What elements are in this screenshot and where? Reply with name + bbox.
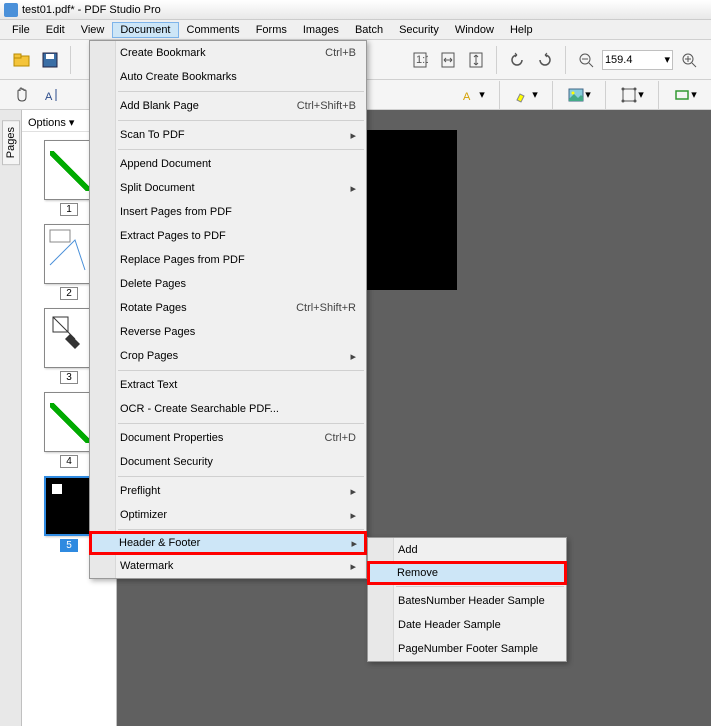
menuitem-document-security[interactable]: Document Security <box>90 450 366 474</box>
zoom-in-button[interactable] <box>677 48 701 72</box>
menu-bar: FileEditViewDocumentCommentsFormsImagesB… <box>0 20 711 40</box>
text-select-button[interactable]: A <box>40 83 64 107</box>
chevron-down-icon: ▾ <box>532 88 538 101</box>
chevron-right-icon: ▸ <box>350 485 356 498</box>
svg-text:1:1: 1:1 <box>416 54 428 66</box>
menu-window[interactable]: Window <box>447 22 502 38</box>
submenuitem-pagenumber-footer-sample[interactable]: PageNumber Footer Sample <box>368 637 566 661</box>
menuitem-crop-pages[interactable]: Crop Pages▸ <box>90 344 366 368</box>
chevron-right-icon: ▸ <box>350 182 356 195</box>
menuitem-extract-pages-to-pdf[interactable]: Extract Pages to PDF <box>90 224 366 248</box>
fit-height-button[interactable] <box>464 48 488 72</box>
zoom-out-button[interactable] <box>574 48 598 72</box>
menu-file[interactable]: File <box>4 22 38 38</box>
open-button[interactable] <box>10 48 34 72</box>
window-title: test01.pdf* - PDF Studio Pro <box>22 4 161 16</box>
menu-document[interactable]: Document <box>112 22 178 38</box>
menuitem-split-document[interactable]: Split Document▸ <box>90 176 366 200</box>
app-icon <box>4 3 18 17</box>
fit-width-button[interactable] <box>436 48 460 72</box>
menu-edit[interactable]: Edit <box>38 22 73 38</box>
menuitem-ocr-create-searchable-pdf-[interactable]: OCR - Create Searchable PDF... <box>90 397 366 421</box>
menuitem-delete-pages[interactable]: Delete Pages <box>90 272 366 296</box>
fit-page-button[interactable]: 1:1 <box>408 48 432 72</box>
menuitem-create-bookmark[interactable]: Create BookmarkCtrl+B <box>90 41 366 65</box>
chevron-down-icon: ▾ <box>664 53 670 66</box>
menuitem-extract-text[interactable]: Extract Text <box>90 373 366 397</box>
menuitem-reverse-pages[interactable]: Reverse Pages <box>90 320 366 344</box>
menuitem-append-document[interactable]: Append Document <box>90 152 366 176</box>
svg-text:A: A <box>45 91 53 103</box>
chevron-right-icon: ▸ <box>350 560 356 573</box>
submenuitem-date-header-sample[interactable]: Date Header Sample <box>368 613 566 637</box>
pages-tab[interactable]: Pages <box>2 120 20 165</box>
chevron-down-icon: ▾ <box>69 116 75 129</box>
menuitem-watermark[interactable]: Watermark▸ <box>90 554 366 578</box>
stamp-button[interactable]: ▾ <box>669 83 701 107</box>
zoom-input[interactable]: 159.4▾ <box>602 50 673 70</box>
header-footer-submenu: AddRemove BatesNumber Header SampleDate H… <box>367 537 567 662</box>
svg-text:A: A <box>463 91 471 103</box>
menu-images[interactable]: Images <box>295 22 347 38</box>
submenuitem-add[interactable]: Add <box>368 538 566 562</box>
menuitem-auto-create-bookmarks[interactable]: Auto Create Bookmarks <box>90 65 366 89</box>
menuitem-replace-pages-from-pdf[interactable]: Replace Pages from PDF <box>90 248 366 272</box>
menuitem-insert-pages-from-pdf[interactable]: Insert Pages from PDF <box>90 200 366 224</box>
chevron-down-icon: ▾ <box>479 88 485 101</box>
submenuitem-batesnumber-header-sample[interactable]: BatesNumber Header Sample <box>368 589 566 613</box>
chevron-down-icon: ▾ <box>691 88 697 101</box>
menu-view[interactable]: View <box>73 22 113 38</box>
highlight-button[interactable]: ▾ <box>510 83 542 107</box>
menu-batch[interactable]: Batch <box>347 22 391 38</box>
hand-tool-button[interactable] <box>10 83 34 107</box>
submenuitem-remove[interactable]: Remove <box>367 561 567 585</box>
menuitem-preflight[interactable]: Preflight▸ <box>90 479 366 503</box>
title-bar: test01.pdf* - PDF Studio Pro <box>0 0 711 20</box>
chevron-down-icon: ▾ <box>638 88 644 101</box>
menu-security[interactable]: Security <box>391 22 447 38</box>
chevron-right-icon: ▸ <box>351 537 357 550</box>
rotate-cw-button[interactable] <box>533 48 557 72</box>
chevron-right-icon: ▸ <box>350 129 356 142</box>
chevron-right-icon: ▸ <box>350 509 356 522</box>
shape-tool-button[interactable]: ▾ <box>616 83 648 107</box>
save-button[interactable] <box>38 48 62 72</box>
menuitem-scan-to-pdf[interactable]: Scan To PDF▸ <box>90 123 366 147</box>
chevron-right-icon: ▸ <box>350 350 356 363</box>
menu-forms[interactable]: Forms <box>248 22 295 38</box>
menuitem-header-footer[interactable]: Header & Footer▸ <box>89 531 367 555</box>
menuitem-add-blank-page[interactable]: Add Blank PageCtrl+Shift+B <box>90 94 366 118</box>
menuitem-rotate-pages[interactable]: Rotate PagesCtrl+Shift+R <box>90 296 366 320</box>
annotate-text-button[interactable]: A▾ <box>457 83 489 107</box>
chevron-down-icon: ▾ <box>585 88 591 101</box>
menuitem-optimizer[interactable]: Optimizer▸ <box>90 503 366 527</box>
rotate-ccw-button[interactable] <box>505 48 529 72</box>
image-tool-button[interactable]: ▾ <box>563 83 595 107</box>
side-tabs: Pages <box>0 110 22 726</box>
menuitem-document-properties[interactable]: Document PropertiesCtrl+D <box>90 426 366 450</box>
menu-help[interactable]: Help <box>502 22 541 38</box>
menu-comments[interactable]: Comments <box>179 22 248 38</box>
document-menu: Create BookmarkCtrl+BAuto Create Bookmar… <box>89 40 367 579</box>
